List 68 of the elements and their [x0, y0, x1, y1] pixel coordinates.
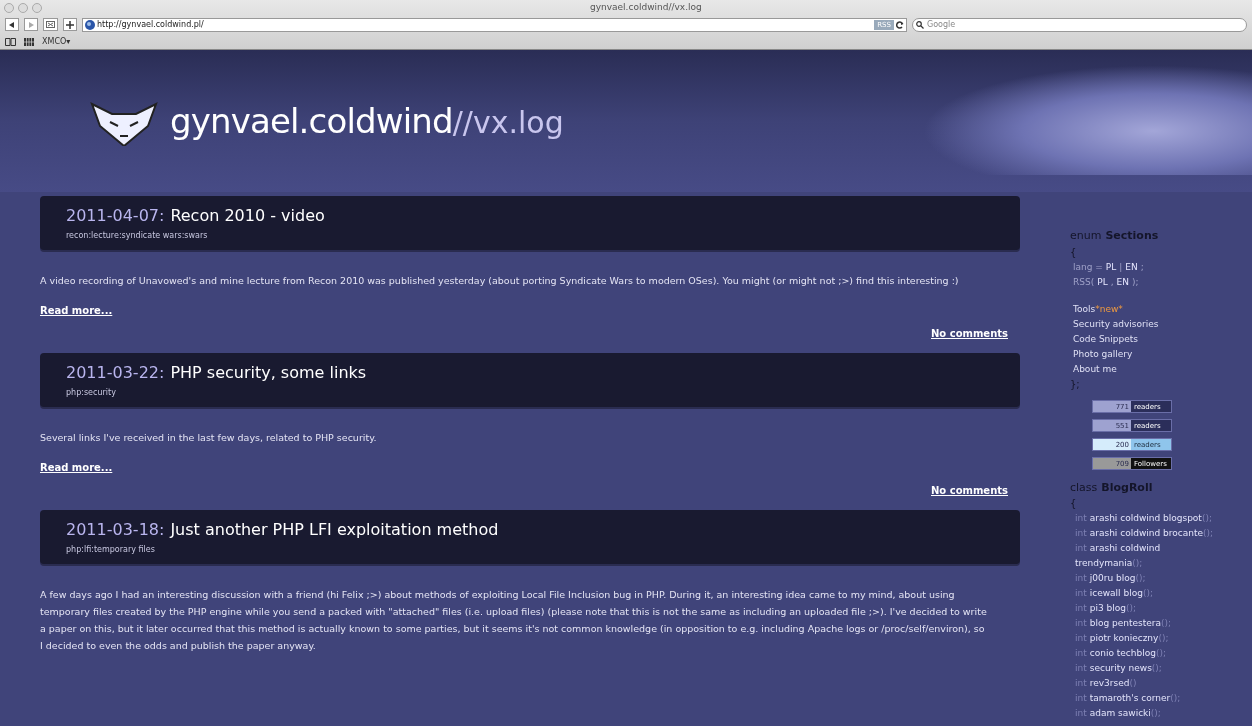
site-title-suffix: //vx.log	[452, 103, 564, 142]
read-more-link[interactable]: Read more...	[40, 303, 113, 318]
keyword-label: enum	[1070, 228, 1102, 244]
post-date: 2011-03-18:	[66, 519, 165, 541]
window-title: gynvael.coldwind//vx.log	[590, 3, 702, 12]
post-tags: recon:lecture:syndicate wars:swars	[66, 230, 994, 242]
keyword-label: class	[1070, 479, 1098, 496]
search-field[interactable]: Google	[912, 17, 1247, 32]
sidebar-heading: Sections	[1105, 228, 1159, 244]
globe-icon	[85, 19, 95, 30]
post-tags: php:lfi:temporary files	[66, 544, 994, 556]
blogroll-link[interactable]: int icewall blog();	[1075, 586, 1220, 601]
post-date: 2011-03-22:	[66, 362, 165, 384]
window-icon[interactable]	[43, 18, 58, 31]
new-label: *new*	[1095, 302, 1123, 316]
sidebar-link[interactable]: Tools	[1073, 301, 1096, 317]
brace-text: {	[1070, 245, 1078, 260]
rss-option[interactable]: PL	[1097, 274, 1108, 290]
forward-button[interactable]	[24, 18, 38, 31]
brace-text: {	[1070, 497, 1078, 511]
post-title-link[interactable]: PHP security, some links	[170, 361, 367, 385]
option-label: lang =	[1073, 260, 1103, 274]
search-icon	[916, 20, 924, 29]
separator-text: );	[1131, 275, 1139, 289]
post-body: A few days ago I had an interesting discussion with a friend (hi Felix ;>) about methods of exploiting Local File Inclusion bug in PHP. During it, an interesting idea came to my mind, about using temporary files created by the PHP engine while you send a packed with "attached" files (i.e. upload files) (please note that this is not the same as including an uploaded file ;>). I've decided to write a paper on this, but it later occurred that this method is actually known to some parties, but it seems it's not common knowledge (in opposition to e.g. including Apache logs or /proc/self/environ), so I decided to even the odds and publish the paper anyway.	[40, 588, 988, 653]
right-triangle-icon	[28, 21, 34, 28]
separator-text: ;	[1140, 260, 1144, 274]
comments-link[interactable]: No comments	[931, 326, 1008, 341]
brace-text: };	[1070, 377, 1081, 392]
blogroll-link[interactable]: int conio techblog();	[1075, 646, 1220, 661]
comments-link[interactable]: No comments	[931, 483, 1008, 498]
rss-option[interactable]: EN	[1116, 274, 1129, 290]
post-body: A video recording of Unavowed's and mine lecture from Recon 2010 was published yesterday (about porting Syndicate Wars to modern OSes). You might (or might not ;>) find this interesting :)	[40, 274, 960, 288]
site-title: gynvael.coldwind	[170, 99, 453, 143]
grid-icon[interactable]	[24, 37, 34, 46]
sidebar-link[interactable]: Security advisories	[1073, 316, 1159, 332]
post-title-link[interactable]: Recon 2010 - video	[170, 204, 325, 228]
back-button[interactable]	[5, 18, 19, 31]
post-date: 2011-04-07:	[66, 205, 165, 227]
reload-icon[interactable]	[896, 20, 904, 29]
book-icon[interactable]	[5, 37, 16, 46]
post-body: Several links I've received in the last few days, related to PHP security.	[40, 431, 378, 445]
separator-text: |	[1119, 260, 1123, 274]
blogroll-link[interactable]: int pi3 blog();	[1075, 601, 1220, 616]
option-label: RSS(	[1073, 275, 1095, 289]
blogroll-link[interactable]: int rev3rsed()	[1075, 676, 1220, 691]
blogroll-link[interactable]: int security news();	[1075, 661, 1220, 676]
sidebar-link[interactable]: About me	[1073, 361, 1117, 377]
language-option[interactable]: EN	[1125, 259, 1138, 275]
language-option[interactable]: PL	[1105, 259, 1117, 275]
post-title-link[interactable]: Just another PHP LFI exploitation method	[170, 518, 499, 542]
blogroll-link[interactable]: int arashi coldwind trendymania();	[1075, 541, 1220, 571]
sidebar-link[interactable]: Code Snippets	[1073, 331, 1138, 347]
blogroll-link[interactable]: int arashi coldwind blogspot();	[1075, 511, 1220, 526]
blogroll-link[interactable]: int j00ru blog();	[1075, 571, 1220, 586]
post-tags: php:security	[66, 387, 994, 399]
blogroll-link[interactable]: int arashi coldwind brocante();	[1075, 526, 1220, 541]
read-more-link[interactable]: Read more...	[40, 460, 113, 475]
blogroll-link[interactable]: int adam sawicki();	[1075, 706, 1220, 721]
separator-text: ,	[1110, 275, 1114, 289]
left-triangle-icon	[9, 21, 15, 28]
sidebar-link[interactable]: Photo gallery	[1073, 346, 1133, 362]
blogroll-link[interactable]: int blog pentestera();	[1075, 616, 1220, 631]
blogroll-link[interactable]: int piotr konieczny();	[1075, 631, 1220, 646]
add-bookmark-button[interactable]	[63, 18, 77, 31]
bookmark-menu[interactable]: XMCO▾	[42, 35, 71, 48]
sidebar-heading: BlogRoll	[1101, 479, 1153, 496]
blogroll-link[interactable]: int tamaroth's corner();	[1075, 691, 1220, 706]
